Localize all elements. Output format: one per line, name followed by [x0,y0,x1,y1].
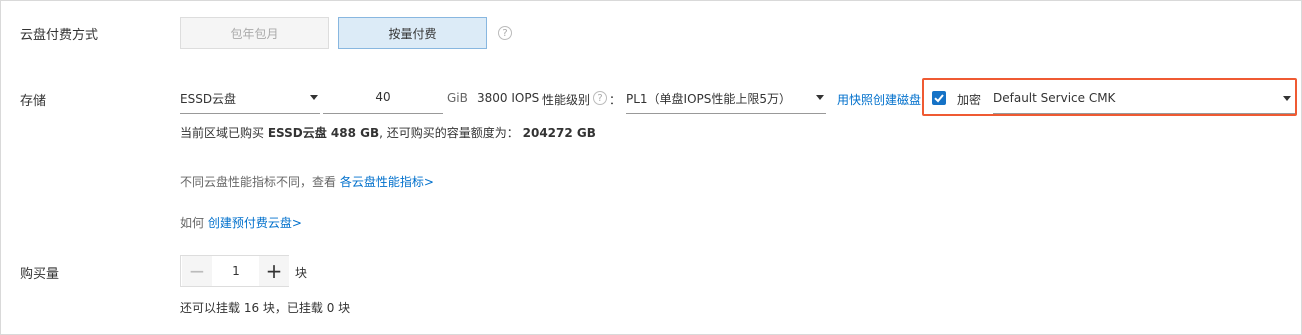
prepaid-note: 如何 创建预付费云盘> [180,214,302,231]
question-circle-icon[interactable]: ? [498,26,512,40]
quantity-label: 购买量 [20,267,60,282]
create-from-snapshot-link[interactable]: 用快照创建磁盘 [837,91,921,108]
disk-size-value: 40 [375,90,391,104]
perf-metrics-link[interactable]: 各云盘性能指标> [340,175,434,189]
mount-note: 还可以挂载 16 块，已挂载 0 块 [180,301,351,315]
pay-as-you-go-option-button[interactable]: 按量付费 [338,17,487,49]
payment-method-label: 云盘付费方式 [20,28,99,43]
disk-type-select[interactable]: ESSD云盘 [180,82,320,114]
perf-note: 不同云盘性能指标不同，查看 各云盘性能指标> [180,173,434,190]
quantity-unit: 块 [295,266,308,280]
cmk-value: Default Service CMK [993,91,1116,105]
perf-level-select[interactable]: PL1（单盘IOPS性能上限5万） [626,82,826,114]
quota-middle: , 还可购买的容量额度为： [379,126,519,140]
quota-note: 当前区域已购买 ESSD云盘 488 GB, 还可购买的容量额度为： 20427… [180,124,596,141]
quota-remaining: 204272 GB [522,126,596,140]
quantity-stepper: − 1 + [180,255,289,287]
size-unit-label: GiB [447,91,468,105]
prepaid-text: 如何 [180,216,205,230]
caret-down-icon [816,95,824,100]
quantity-input[interactable]: 1 [215,264,257,278]
cmk-select[interactable]: Default Service CMK [993,84,1295,114]
caret-down-icon [1283,96,1291,101]
subscription-option-button[interactable]: 包年包月 [180,17,329,49]
encrypt-checkbox[interactable] [932,91,946,105]
perf-note-text: 不同云盘性能指标不同，查看 [180,175,337,189]
caret-down-icon [310,95,318,100]
quota-prefix: 当前区域已购买 [180,126,265,140]
disk-type-value: ESSD云盘 [180,92,237,106]
perf-level-label: 性能级别 [542,93,591,107]
perf-level-colon: ： [609,93,622,107]
checkmark-icon [934,94,944,103]
quota-bought: ESSD云盘 488 GB [267,126,380,140]
decrement-button[interactable]: − [182,256,212,286]
question-circle-icon[interactable]: ? [593,91,607,105]
storage-label: 存储 [20,94,47,109]
iops-value: 3800 IOPS [477,91,540,105]
increment-button[interactable]: + [259,256,289,286]
encrypt-label: 加密 [957,93,982,107]
perf-level-value: PL1（单盘IOPS性能上限5万） [626,92,792,106]
disk-size-input[interactable]: 40 [323,82,443,114]
create-prepaid-disk-link[interactable]: 创建预付费云盘> [208,216,302,230]
